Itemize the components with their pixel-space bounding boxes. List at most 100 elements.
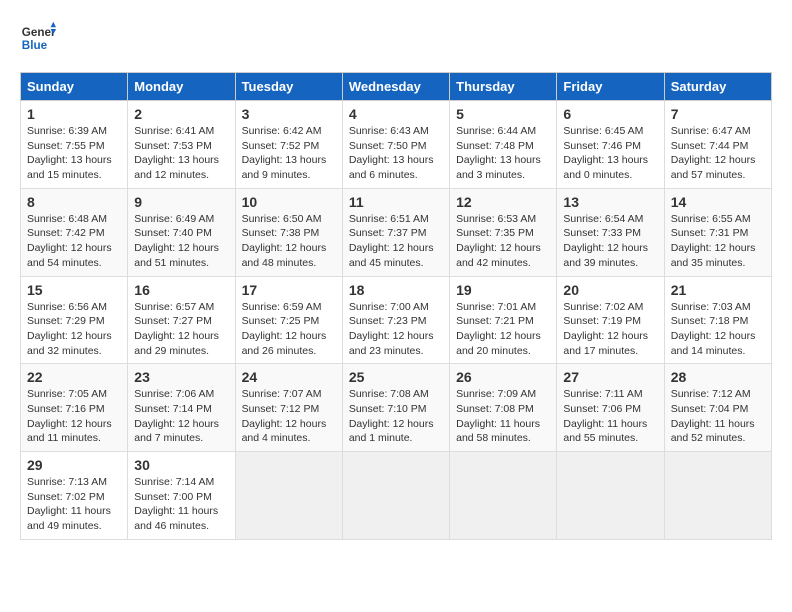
calendar-row-4: 22Sunrise: 7:05 AMSunset: 7:16 PMDayligh… [21,364,772,452]
day-number: 28 [671,369,765,385]
cell-text: Sunrise: 7:03 AMSunset: 7:18 PMDaylight:… [671,300,765,359]
cell-text: Sunrise: 6:48 AMSunset: 7:42 PMDaylight:… [27,212,121,271]
cell-text: Sunrise: 6:42 AMSunset: 7:52 PMDaylight:… [242,124,336,183]
table-row [450,452,557,540]
cell-text: Sunrise: 7:05 AMSunset: 7:16 PMDaylight:… [27,387,121,446]
table-row [342,452,449,540]
cell-text: Sunrise: 7:02 AMSunset: 7:19 PMDaylight:… [563,300,657,359]
cell-text: Sunrise: 6:57 AMSunset: 7:27 PMDaylight:… [134,300,228,359]
table-row: 27 Sunrise: 7:11 AMSunset: 7:06 PMDayligh… [557,364,664,452]
day-number: 26 [456,369,550,385]
table-row: 14Sunrise: 6:55 AMSunset: 7:31 PMDayligh… [664,188,771,276]
day-number: 12 [456,194,550,210]
col-header-sunday: Sunday [21,73,128,101]
table-row: 2 Sunrise: 6:41 AMSunset: 7:53 PMDaylight… [128,101,235,189]
calendar-row-2: 8 Sunrise: 6:48 AMSunset: 7:42 PMDaylight… [21,188,772,276]
table-row [664,452,771,540]
day-number: 2 [134,106,228,122]
cell-text: Sunrise: 6:50 AMSunset: 7:38 PMDaylight:… [242,212,336,271]
cell-text: Sunrise: 6:49 AMSunset: 7:40 PMDaylight:… [134,212,228,271]
table-row: 10Sunrise: 6:50 AMSunset: 7:38 PMDayligh… [235,188,342,276]
cell-text: Sunrise: 6:44 AMSunset: 7:48 PMDaylight:… [456,124,550,183]
cell-text: Sunrise: 6:41 AMSunset: 7:53 PMDaylight:… [134,124,228,183]
cell-text: Sunrise: 6:47 AMSunset: 7:44 PMDaylight:… [671,124,765,183]
day-number: 24 [242,369,336,385]
cell-text: Sunrise: 6:56 AMSunset: 7:29 PMDaylight:… [27,300,121,359]
cell-text: Sunrise: 7:11 AMSunset: 7:06 PMDaylight:… [563,387,657,446]
cell-text: Sunrise: 6:59 AMSunset: 7:25 PMDaylight:… [242,300,336,359]
table-row: 9 Sunrise: 6:49 AMSunset: 7:40 PMDaylight… [128,188,235,276]
day-number: 18 [349,282,443,298]
table-row: 1Sunrise: 6:39 AMSunset: 7:55 PMDaylight… [21,101,128,189]
table-row: 11 Sunrise: 6:51 AMSunset: 7:37 PMDayligh… [342,188,449,276]
page-header: General Blue [20,20,772,56]
day-number: 17 [242,282,336,298]
day-number: 8 [27,194,121,210]
table-row: 23Sunrise: 7:06 AMSunset: 7:14 PMDayligh… [128,364,235,452]
col-header-tuesday: Tuesday [235,73,342,101]
table-row: 5 Sunrise: 6:44 AMSunset: 7:48 PMDaylight… [450,101,557,189]
day-number: 14 [671,194,765,210]
svg-text:Blue: Blue [22,39,48,52]
table-row: 20 Sunrise: 7:02 AMSunset: 7:19 PMDayligh… [557,276,664,364]
cell-text: Sunrise: 7:09 AMSunset: 7:08 PMDaylight:… [456,387,550,446]
day-number: 5 [456,106,550,122]
cell-text: Sunrise: 7:01 AMSunset: 7:21 PMDaylight:… [456,300,550,359]
col-header-friday: Friday [557,73,664,101]
calendar-table: SundayMondayTuesdayWednesdayThursdayFrid… [20,72,772,540]
col-header-thursday: Thursday [450,73,557,101]
table-row: 30Sunrise: 7:14 AMSunset: 7:00 PMDayligh… [128,452,235,540]
col-header-saturday: Saturday [664,73,771,101]
calendar-row-3: 15 Sunrise: 6:56 AMSunset: 7:29 PMDayligh… [21,276,772,364]
day-number: 6 [563,106,657,122]
logo-icon: General Blue [20,20,56,56]
cell-text: Sunrise: 6:45 AMSunset: 7:46 PMDaylight:… [563,124,657,183]
day-number: 13 [563,194,657,210]
table-row: 15 Sunrise: 6:56 AMSunset: 7:29 PMDayligh… [21,276,128,364]
table-row: 3Sunrise: 6:42 AMSunset: 7:52 PMDaylight… [235,101,342,189]
table-row: 24Sunrise: 7:07 AMSunset: 7:12 PMDayligh… [235,364,342,452]
cell-text: Sunrise: 6:54 AMSunset: 7:33 PMDaylight:… [563,212,657,271]
day-number: 30 [134,457,228,473]
table-row: 25 Sunrise: 7:08 AMSunset: 7:10 PMDayligh… [342,364,449,452]
col-header-wednesday: Wednesday [342,73,449,101]
cell-text: Sunrise: 7:13 AMSunset: 7:02 PMDaylight:… [27,475,121,534]
day-number: 15 [27,282,121,298]
table-row: 12 Sunrise: 6:53 AMSunset: 7:35 PMDayligh… [450,188,557,276]
cell-text: Sunrise: 7:12 AMSunset: 7:04 PMDaylight:… [671,387,765,446]
day-number: 25 [349,369,443,385]
table-row: 13 Sunrise: 6:54 AMSunset: 7:33 PMDayligh… [557,188,664,276]
table-row: 17 Sunrise: 6:59 AMSunset: 7:25 PMDayligh… [235,276,342,364]
table-row [235,452,342,540]
cell-text: Sunrise: 7:08 AMSunset: 7:10 PMDaylight:… [349,387,443,446]
svg-text:General: General [22,26,56,39]
day-number: 11 [349,194,443,210]
logo: General Blue [20,20,56,56]
cell-text: Sunrise: 6:51 AMSunset: 7:37 PMDaylight:… [349,212,443,271]
cell-text: Sunrise: 7:00 AMSunset: 7:23 PMDaylight:… [349,300,443,359]
table-row: 21 Sunrise: 7:03 AMSunset: 7:18 PMDayligh… [664,276,771,364]
day-number: 4 [349,106,443,122]
table-row: 4 Sunrise: 6:43 AMSunset: 7:50 PMDaylight… [342,101,449,189]
day-number: 9 [134,194,228,210]
table-row: 18 Sunrise: 7:00 AMSunset: 7:23 PMDayligh… [342,276,449,364]
cell-text: Sunrise: 6:39 AMSunset: 7:55 PMDaylight:… [27,124,121,183]
day-number: 21 [671,282,765,298]
day-number: 7 [671,106,765,122]
table-row [557,452,664,540]
col-header-monday: Monday [128,73,235,101]
day-number: 16 [134,282,228,298]
table-row: 6 Sunrise: 6:45 AMSunset: 7:46 PMDaylight… [557,101,664,189]
table-row: 29 Sunrise: 7:13 AMSunset: 7:02 PMDayligh… [21,452,128,540]
header-row: SundayMondayTuesdayWednesdayThursdayFrid… [21,73,772,101]
table-row: 22Sunrise: 7:05 AMSunset: 7:16 PMDayligh… [21,364,128,452]
table-row: 28 Sunrise: 7:12 AMSunset: 7:04 PMDayligh… [664,364,771,452]
cell-text: Sunrise: 7:06 AMSunset: 7:14 PMDaylight:… [134,387,228,446]
day-number: 27 [563,369,657,385]
cell-text: Sunrise: 6:53 AMSunset: 7:35 PMDaylight:… [456,212,550,271]
day-number: 29 [27,457,121,473]
cell-text: Sunrise: 6:43 AMSunset: 7:50 PMDaylight:… [349,124,443,183]
day-number: 20 [563,282,657,298]
table-row: 16 Sunrise: 6:57 AMSunset: 7:27 PMDayligh… [128,276,235,364]
day-number: 19 [456,282,550,298]
